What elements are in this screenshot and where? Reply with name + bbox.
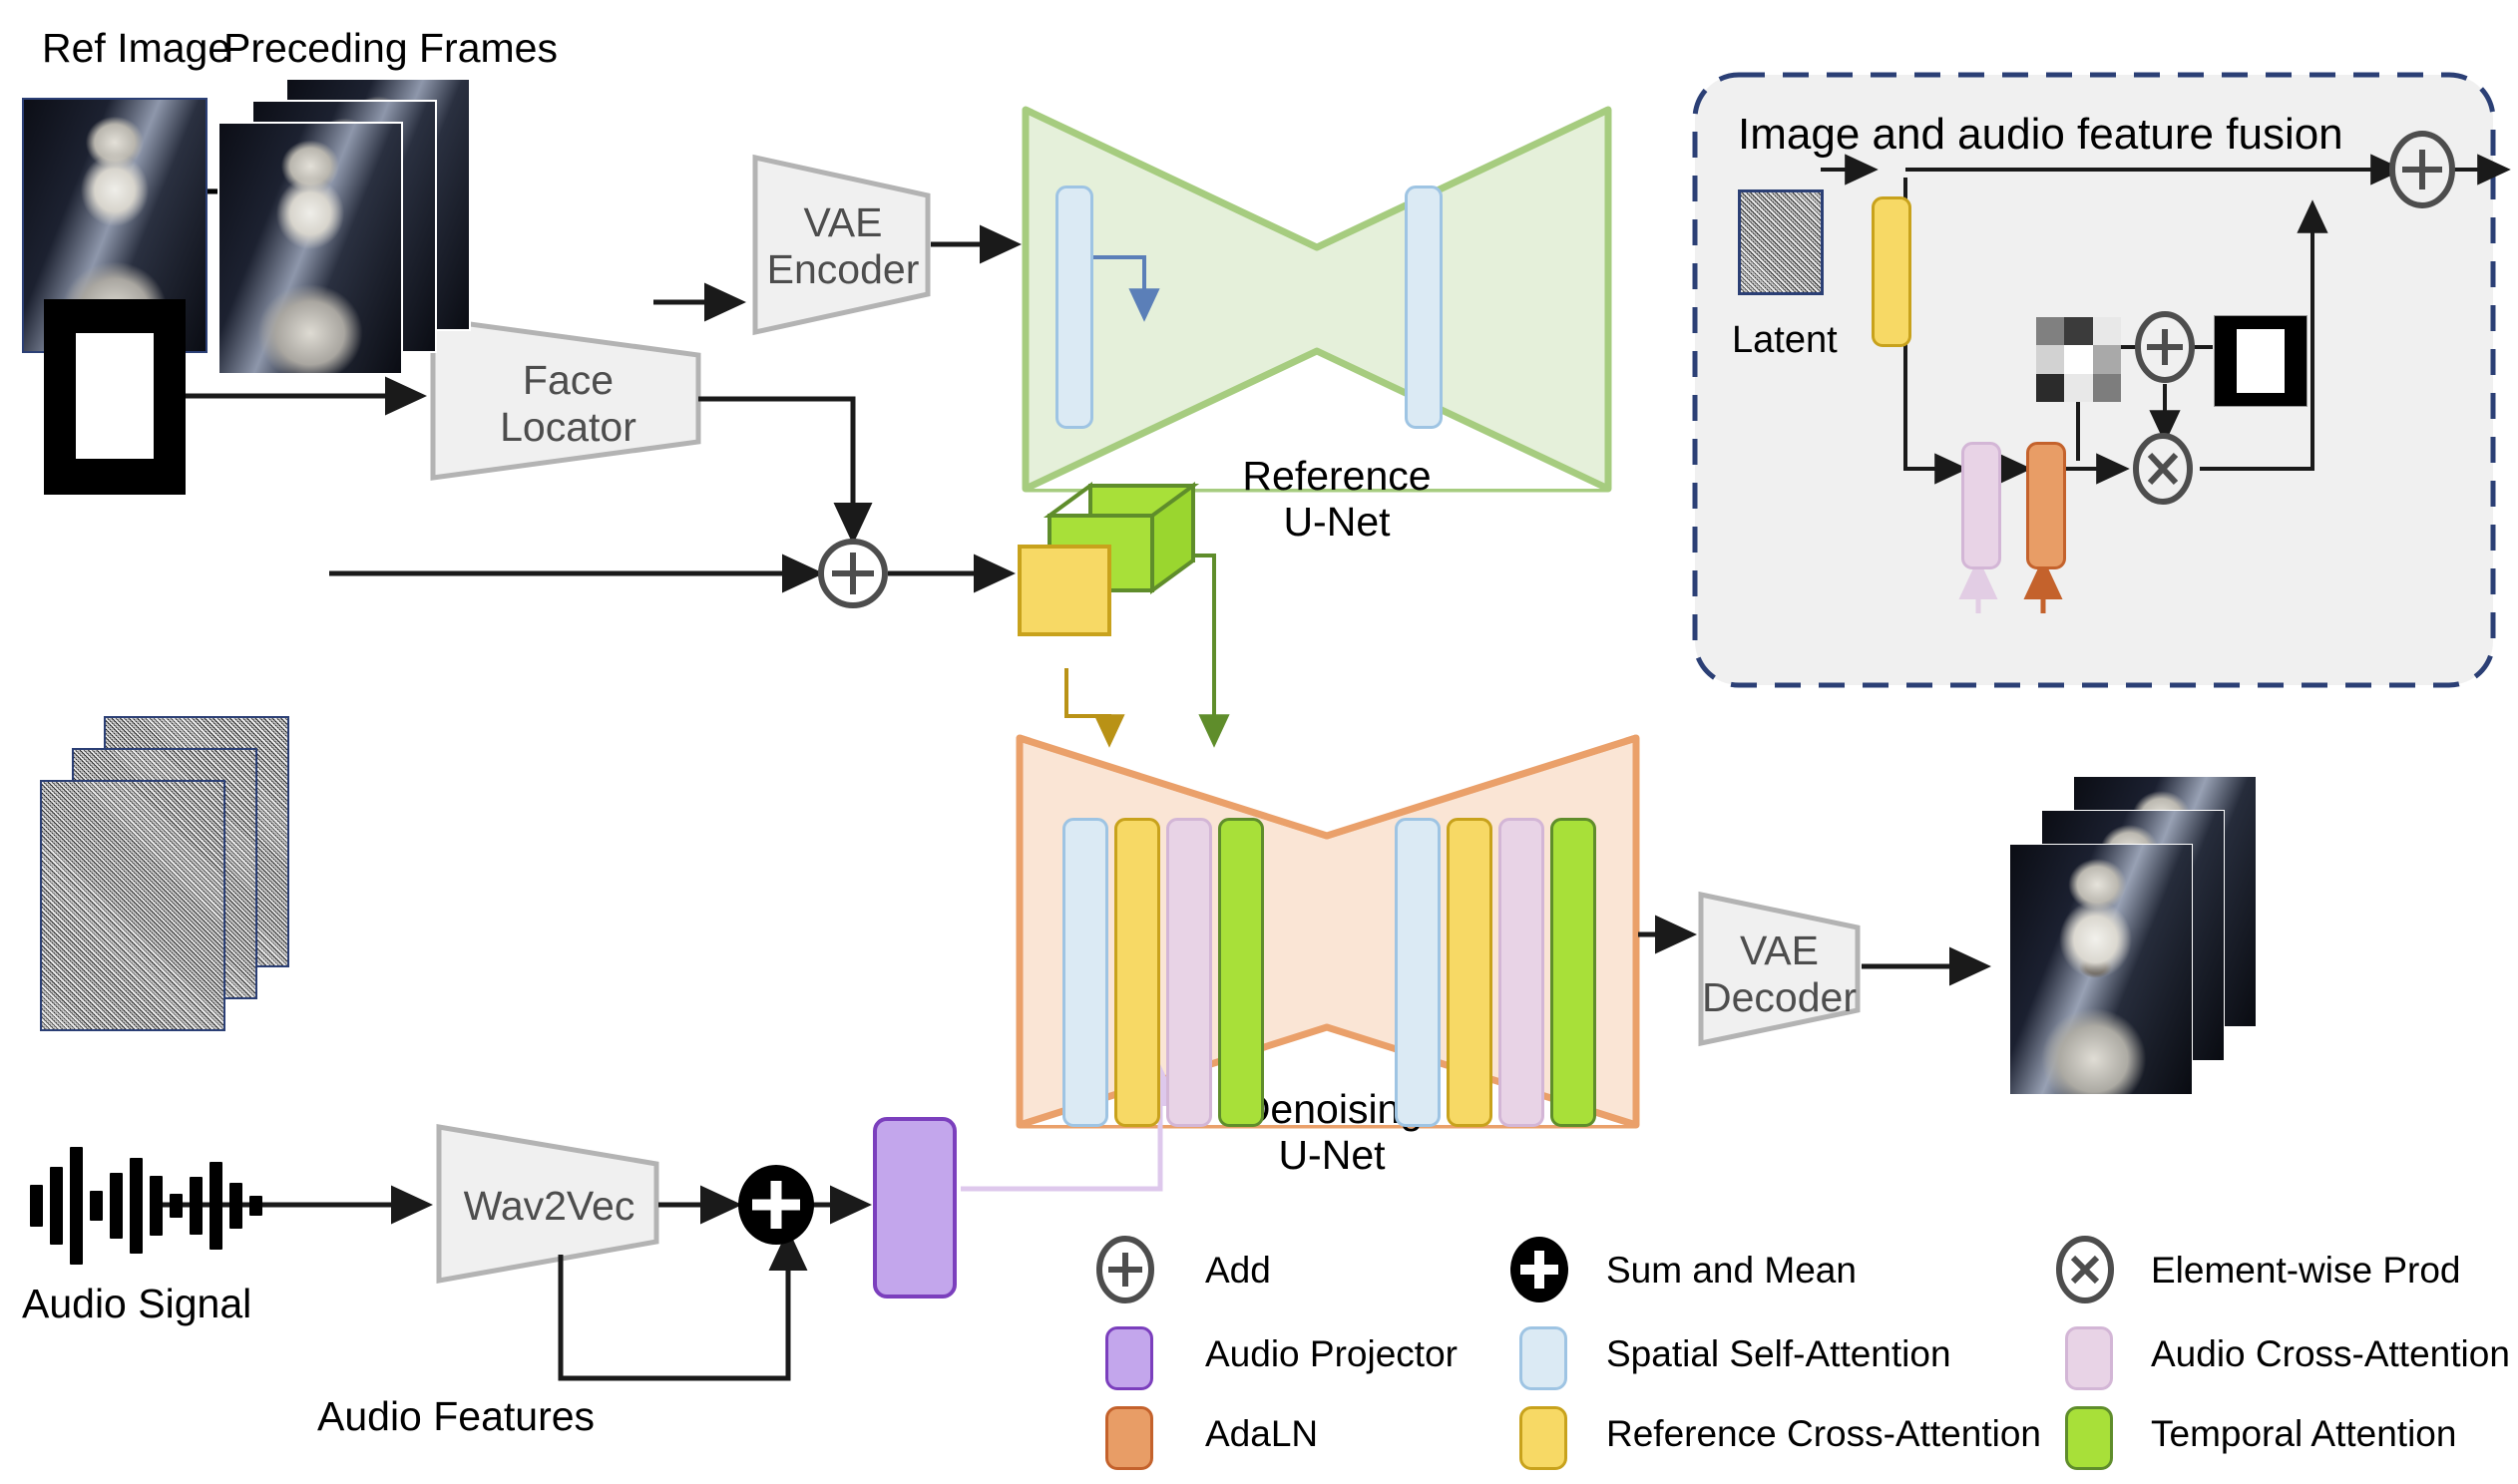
legend-swatch-adaln [1105,1406,1153,1470]
legend-swatch-temporal-attention [2065,1406,2113,1470]
legend-label-adaln: AdaLN [1205,1413,1319,1454]
legend-label-temporal-attention: Temporal Attention [2151,1413,2457,1454]
legend-swatch-audio-cross-attention [2065,1326,2113,1390]
legend-elementwise-prod-icon [2056,1236,2114,1303]
legend-label-reference-cross-attention: Reference Cross-Attention [1606,1413,2041,1454]
diagram-canvas: Ref Image Preceding Frames + Audio Signa… [0,0,2518,1484]
legend-swatch-audio-projector [1105,1326,1153,1390]
legend-add-icon [1096,1236,1154,1303]
legend-swatch-reference-cross-attention [1519,1406,1567,1470]
legend-label-audio-projector: Audio Projector [1205,1333,1458,1374]
legend-label-add: Add [1205,1250,1271,1291]
legend-label-spatial-self-attention: Spatial Self-Attention [1606,1333,1951,1374]
legend-label-sum-and-mean: Sum and Mean [1606,1250,1857,1291]
legend-label-element-wise-prod: Element-wise Prod [2151,1250,2461,1291]
legend-label-audio-cross-attention: Audio Cross-Attention [2151,1333,2510,1374]
legend-sum-and-mean-icon [1510,1237,1568,1302]
legend-swatch-spatial-self-attention [1519,1326,1567,1390]
